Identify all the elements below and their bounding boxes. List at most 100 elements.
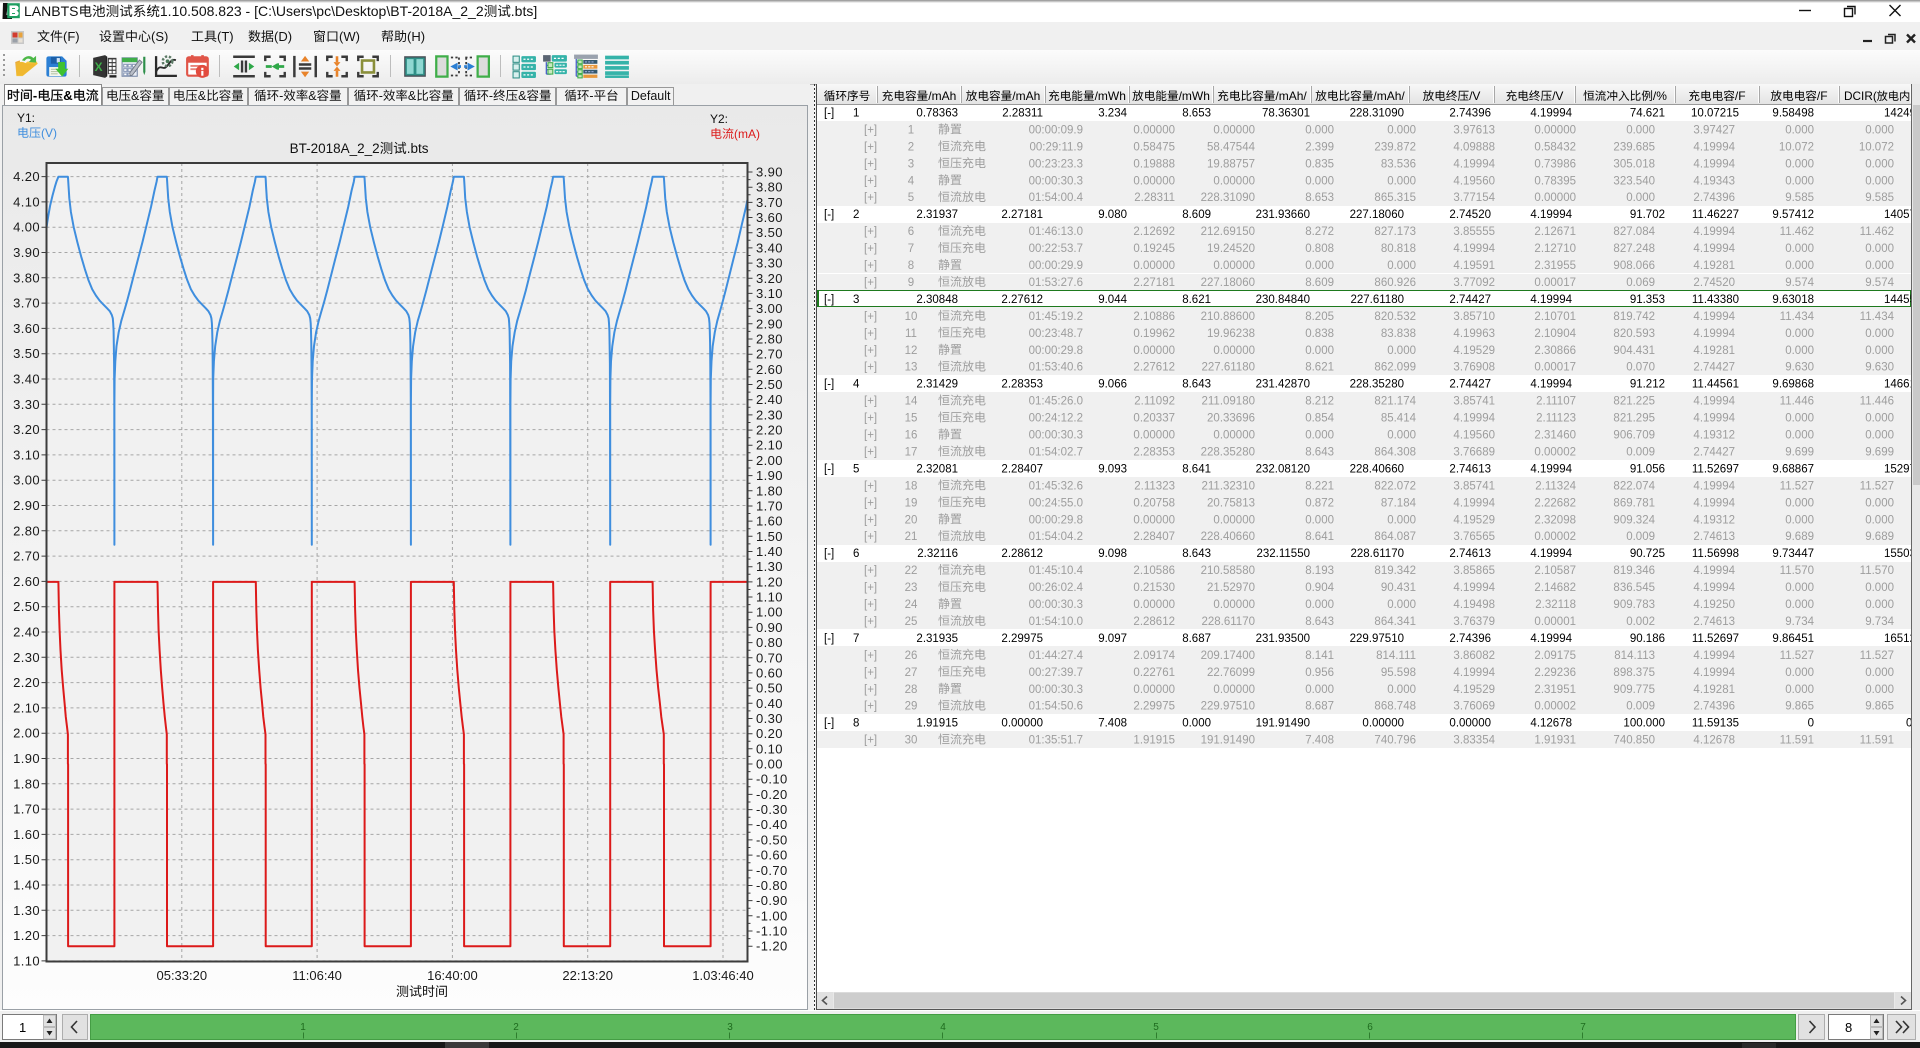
svg-text:91.702: 91.702 (1630, 209, 1665, 221)
svg-text:0.000: 0.000 (1305, 430, 1334, 442)
svg-text:01:54:04.2: 01:54:04.2 (1029, 531, 1083, 543)
svg-text:0.000: 0.000 (1785, 599, 1814, 611)
svg-text:0.00000: 0.00000 (1213, 684, 1255, 696)
svg-text:8.221: 8.221 (1305, 480, 1334, 492)
svg-text:9.699: 9.699 (1785, 447, 1814, 459)
svg-text:[+]: [+] (864, 447, 877, 459)
svg-text:01:54:02.7: 01:54:02.7 (1029, 447, 1083, 459)
svg-text:0.000: 0.000 (1305, 124, 1334, 136)
svg-text:836.545: 836.545 (1613, 582, 1655, 594)
svg-text:0.000: 0.000 (1785, 430, 1814, 442)
svg-text:0.000: 0.000 (1387, 684, 1416, 696)
svg-text:2.31937: 2.31937 (916, 209, 958, 221)
svg-text:4.19994: 4.19994 (1693, 650, 1735, 662)
svg-text:4.19994: 4.19994 (1453, 667, 1495, 679)
svg-text:4.19994: 4.19994 (1530, 463, 1572, 475)
svg-text:19.96238: 19.96238 (1207, 328, 1255, 340)
svg-text:227.61180: 227.61180 (1201, 362, 1255, 374)
svg-text:0.000: 0.000 (1305, 345, 1334, 357)
svg-text:15503.3: 15503.3 (1884, 548, 1911, 560)
svg-text:0.000: 0.000 (1785, 243, 1814, 255)
svg-text:0.808: 0.808 (1305, 243, 1334, 255)
svg-text:10.072: 10.072 (1859, 141, 1894, 153)
svg-text:8.212: 8.212 (1305, 396, 1334, 408)
svg-text:8: 8 (908, 260, 914, 272)
svg-text:9.689: 9.689 (1785, 531, 1814, 543)
svg-text:2.31429: 2.31429 (916, 379, 958, 391)
svg-text:9.57412: 9.57412 (1772, 209, 1814, 221)
svg-text:2.22682: 2.22682 (1534, 497, 1576, 509)
svg-text:0.009: 0.009 (1626, 701, 1655, 713)
svg-text:821.174: 821.174 (1374, 396, 1416, 408)
svg-text:2.27612: 2.27612 (1001, 294, 1043, 306)
svg-text:0.000: 0.000 (1387, 599, 1416, 611)
svg-text:4.19281: 4.19281 (1693, 684, 1735, 696)
svg-text:0.009: 0.009 (1626, 447, 1655, 459)
svg-text:210.58580: 210.58580 (1201, 565, 1255, 577)
svg-text:4.19994: 4.19994 (1453, 413, 1495, 425)
svg-text:228.61170: 228.61170 (1201, 616, 1255, 628)
svg-text:[+]: [+] (864, 497, 877, 509)
svg-text:0.00000: 0.00000 (1213, 514, 1255, 526)
svg-text:11.446: 11.446 (1780, 396, 1814, 408)
svg-text:191.91490: 191.91490 (1201, 735, 1255, 747)
svg-text:9.68867: 9.68867 (1772, 463, 1814, 475)
svg-text:2.28407: 2.28407 (1133, 531, 1175, 543)
svg-text:2.399: 2.399 (1305, 141, 1334, 153)
svg-text:8.643: 8.643 (1305, 616, 1334, 628)
svg-text:5: 5 (908, 192, 914, 204)
svg-text:3.76908: 3.76908 (1453, 362, 1495, 374)
svg-text:11.591: 11.591 (1860, 735, 1894, 747)
svg-text:0.00000: 0.00000 (1362, 718, 1404, 730)
svg-text:822.074: 822.074 (1613, 480, 1655, 492)
svg-text:14: 14 (905, 396, 918, 408)
svg-text:87.184: 87.184 (1381, 497, 1417, 509)
svg-text:11.591: 11.591 (1780, 735, 1814, 747)
svg-text:20.33696: 20.33696 (1207, 413, 1255, 425)
svg-text:4.19994: 4.19994 (1530, 108, 1572, 120)
svg-text:4.19994: 4.19994 (1693, 141, 1735, 153)
svg-text:7: 7 (853, 633, 859, 645)
svg-text:90.431: 90.431 (1381, 582, 1416, 594)
svg-text:2: 2 (908, 141, 914, 153)
svg-text:11.44561: 11.44561 (1692, 379, 1739, 391)
svg-text:827.248: 827.248 (1613, 243, 1655, 255)
svg-text:7.408: 7.408 (1098, 718, 1127, 730)
svg-text:12: 12 (905, 345, 918, 357)
svg-text:212.69150: 212.69150 (1201, 226, 1255, 238)
svg-text:821.295: 821.295 (1613, 413, 1655, 425)
svg-text:4.19994: 4.19994 (1693, 226, 1735, 238)
svg-text:[-]: [-] (824, 463, 834, 475)
svg-text:[+]: [+] (864, 684, 877, 696)
svg-text:209.17400: 209.17400 (1201, 650, 1255, 662)
svg-text:2.12710: 2.12710 (1534, 243, 1576, 255)
svg-text:8.643: 8.643 (1182, 379, 1211, 391)
svg-text:0.835: 0.835 (1305, 158, 1334, 170)
svg-text:4.12678: 4.12678 (1693, 735, 1735, 747)
svg-text:2.12671: 2.12671 (1534, 226, 1576, 238)
svg-text:11.527: 11.527 (1780, 650, 1814, 662)
svg-text:0.00002: 0.00002 (1534, 447, 1576, 459)
svg-text:29: 29 (905, 701, 918, 713)
svg-text:4.19963: 4.19963 (1453, 328, 1495, 340)
svg-text:91.212: 91.212 (1630, 379, 1665, 391)
svg-text:00:23:23.3: 00:23:23.3 (1029, 158, 1083, 170)
svg-text:00:24:55.0: 00:24:55.0 (1029, 497, 1083, 509)
svg-text:228.31090: 228.31090 (1350, 108, 1404, 120)
svg-text:2.31935: 2.31935 (916, 633, 958, 645)
svg-text:239.685: 239.685 (1613, 141, 1655, 153)
svg-text:4.19281: 4.19281 (1693, 260, 1735, 272)
svg-text:2.74396: 2.74396 (1693, 701, 1735, 713)
svg-text:0.00000: 0.00000 (1133, 260, 1175, 272)
svg-text:16: 16 (905, 430, 918, 442)
svg-text:4.19529: 4.19529 (1453, 345, 1495, 357)
svg-text:[+]: [+] (864, 514, 877, 526)
svg-text:0.73986: 0.73986 (1534, 158, 1576, 170)
svg-text:01:45:19.2: 01:45:19.2 (1029, 311, 1083, 323)
svg-text:[+]: [+] (864, 480, 877, 492)
svg-text:0.000: 0.000 (1865, 599, 1894, 611)
svg-text:6: 6 (1367, 1022, 1373, 1033)
svg-text:10.072: 10.072 (1779, 141, 1814, 153)
svg-text:11.527: 11.527 (1780, 480, 1814, 492)
svg-text:0.000: 0.000 (1785, 124, 1814, 136)
